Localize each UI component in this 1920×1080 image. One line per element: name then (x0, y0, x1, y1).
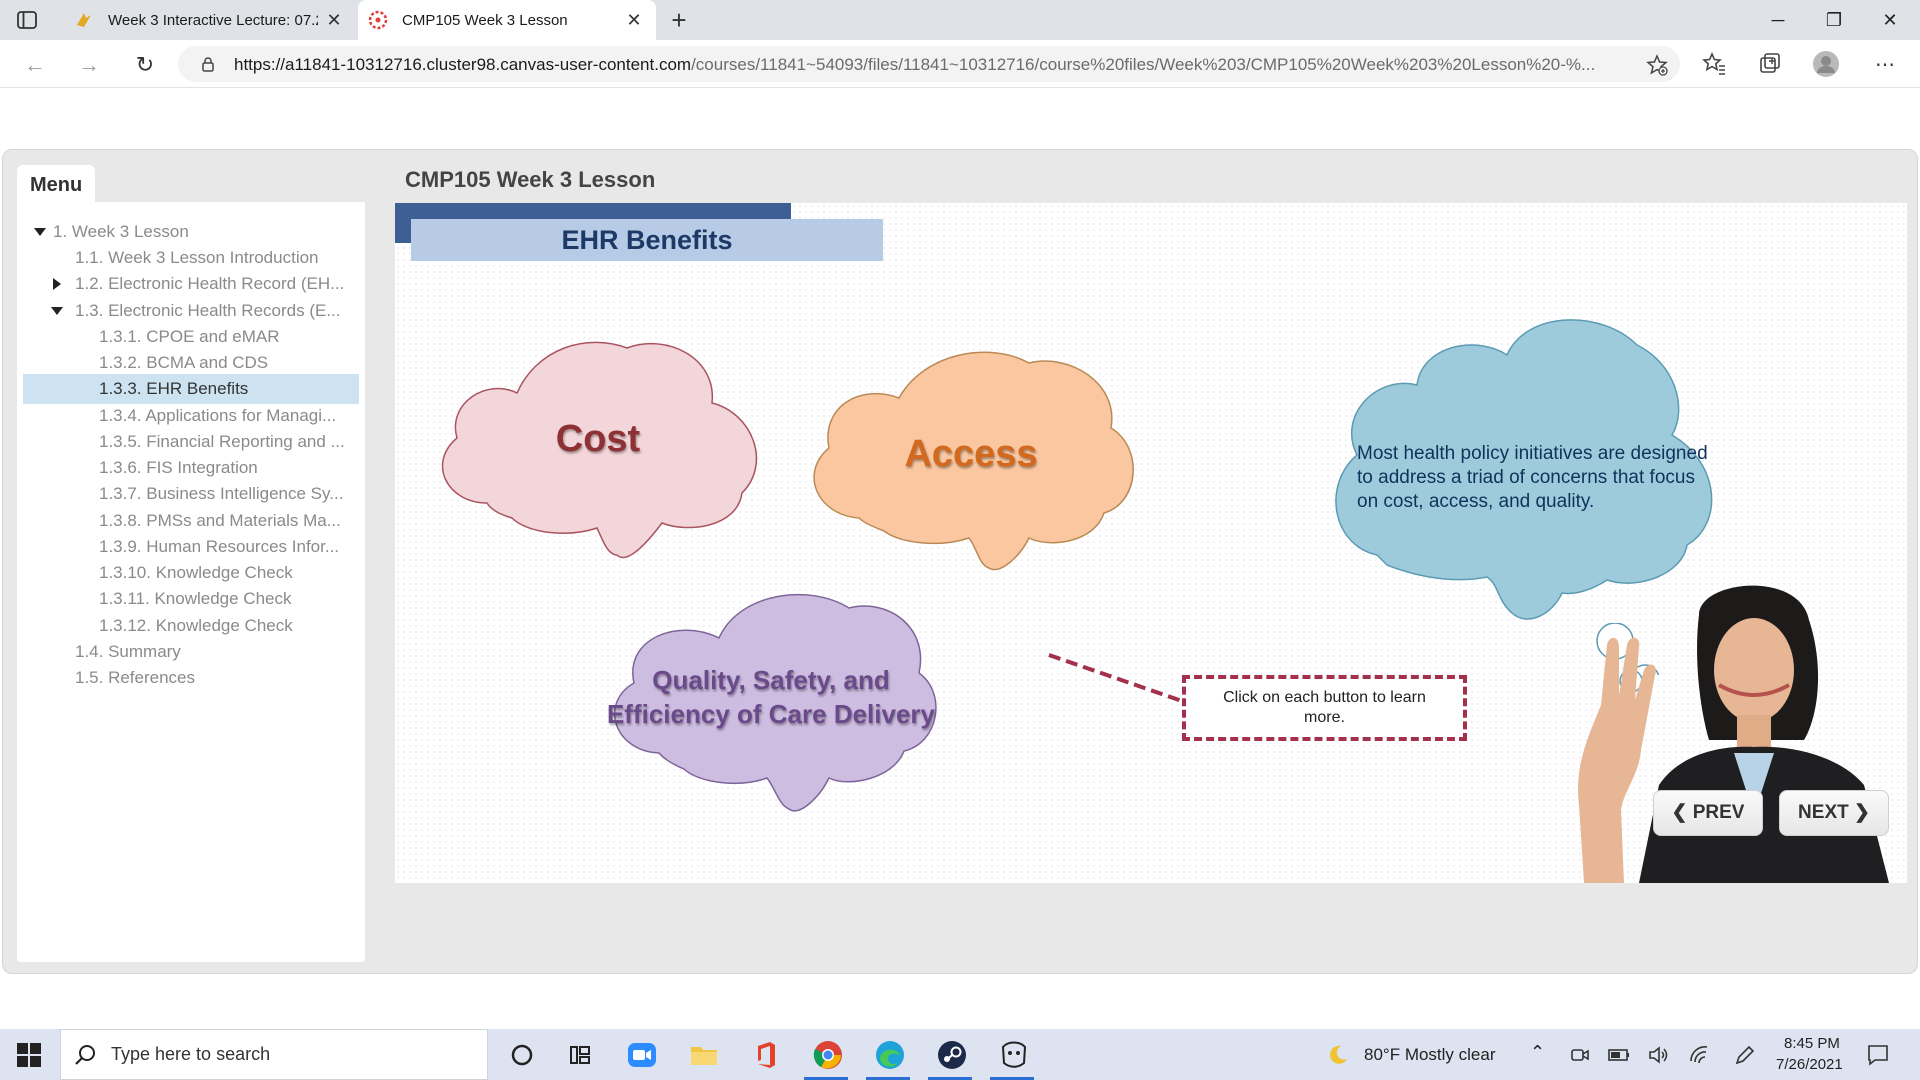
nav-item-references[interactable]: 1.5. References (23, 663, 359, 693)
lesson-title: CMP105 Week 3 Lesson (405, 167, 656, 192)
nav-item-ehr[interactable]: 1.2. Electronic Health Record (EH... (23, 269, 359, 299)
nav-item-knowledge-check-11[interactable]: 1.3.11. Knowledge Check (23, 584, 359, 614)
nav-item-business-intelligence[interactable]: 1.3.7. Business Intelligence Sy... (23, 479, 359, 509)
search-icon (75, 1045, 95, 1065)
tab-label: CMP105 Week 3 Lesson (402, 11, 568, 29)
access-cloud-button[interactable]: Access (799, 343, 1143, 575)
access-label: Access (904, 433, 1038, 475)
tab-actions-icon[interactable] (16, 9, 38, 31)
steam-icon[interactable] (936, 1039, 968, 1071)
favorites-icon[interactable] (1700, 50, 1728, 78)
canvas-favicon-icon (77, 13, 91, 27)
slide-canvas: EHR Benefits Cost Access Quality, Safety… (395, 203, 1907, 883)
cost-cloud-button[interactable]: Cost (427, 333, 769, 561)
address-bar: ← → ↻ https://a11841-10312716.cluster98.… (0, 40, 1920, 88)
app-mascot-icon[interactable] (998, 1039, 1030, 1071)
prev-button[interactable]: ❮ PREV (1653, 790, 1763, 836)
close-tab-icon[interactable]: ✕ (324, 10, 344, 30)
caret-down-icon[interactable] (51, 307, 63, 315)
next-button[interactable]: NEXT ❯ (1779, 790, 1889, 836)
file-explorer-icon[interactable] (688, 1039, 720, 1071)
quality-label-line1: Quality, Safety, and (652, 665, 890, 695)
refresh-button[interactable]: ↻ (130, 50, 160, 80)
url-text[interactable]: https://a11841-10312716.cluster98.canvas… (234, 55, 1614, 75)
pointer-line (1048, 653, 1183, 703)
info-text: Most health policy initiatives are desig… (1357, 443, 1708, 512)
browser-tab-bar: Week 3 Interactive Lecture: 07.2 ✕ CMP10… (0, 0, 1920, 40)
lock-icon[interactable] (200, 56, 216, 72)
profile-avatar-icon[interactable] (1812, 50, 1840, 78)
restore-button[interactable]: ❐ (1814, 6, 1854, 34)
lesson-player: Menu 1. Week 3 Lesson 1.1. Week 3 Lesson… (2, 149, 1918, 974)
new-tab-button[interactable]: + (666, 7, 692, 33)
quality-label-line2: Efficiency of Care Delivery (606, 699, 936, 729)
settings-more-button[interactable]: ⋯ (1870, 50, 1900, 80)
chevron-up-icon[interactable]: ⌃ (1530, 1042, 1545, 1063)
slide-header: EHR Benefits (411, 219, 883, 261)
tab-week3-lecture[interactable]: Week 3 Interactive Lecture: 07.2 ✕ (64, 0, 356, 40)
pen-icon[interactable] (1734, 1044, 1756, 1066)
cost-label: Cost (555, 418, 641, 460)
zoom-app-icon[interactable] (626, 1039, 658, 1071)
minimize-button[interactable]: ─ (1758, 6, 1798, 34)
windows-taskbar: Type here to search 80°F Mostly clear ⌃ … (0, 1029, 1920, 1080)
close-tab-icon[interactable]: ✕ (624, 10, 644, 30)
prev-label: PREV (1692, 802, 1745, 823)
windows-start-icon[interactable] (16, 1042, 42, 1068)
nav-item-ehr-benefits[interactable]: 1.3.3. EHR Benefits (23, 374, 359, 404)
caret-down-icon[interactable] (34, 228, 46, 236)
close-window-button[interactable]: ✕ (1870, 6, 1910, 34)
task-view-icon[interactable] (564, 1039, 596, 1071)
url-field[interactable]: https://a11841-10312716.cluster98.canvas… (178, 46, 1680, 82)
cortana-icon[interactable] (506, 1039, 538, 1071)
next-label: NEXT (1798, 802, 1849, 823)
weather-text[interactable]: 80°F Mostly clear (1364, 1045, 1496, 1065)
edge-icon[interactable] (874, 1039, 906, 1071)
instruction-callout: Click on each button to learn more. (1182, 675, 1467, 741)
taskbar-search-box[interactable]: Type here to search (60, 1029, 488, 1080)
page-content: Menu 1. Week 3 Lesson 1.1. Week 3 Lesson… (0, 89, 1920, 1029)
battery-icon[interactable] (1608, 1045, 1630, 1065)
back-button[interactable]: ← (20, 50, 50, 80)
presenter-illustration (1578, 585, 1889, 883)
chevron-right-icon: ❯ (1854, 802, 1870, 823)
quality-cloud-button[interactable]: Quality, Safety, and Efficiency of Care … (599, 583, 943, 817)
volume-icon[interactable] (1648, 1045, 1670, 1065)
clock-date[interactable]: 7/26/2021 (1776, 1056, 1843, 1073)
search-placeholder: Type here to search (111, 1044, 271, 1064)
add-favorite-icon[interactable] (1646, 54, 1668, 76)
lesson-menu-sidebar: 1. Week 3 Lesson 1.1. Week 3 Lesson Intr… (17, 202, 365, 962)
office-icon[interactable] (750, 1039, 782, 1071)
caret-right-icon[interactable] (53, 278, 61, 290)
tab-cmp105-lesson[interactable]: CMP105 Week 3 Lesson ✕ (358, 0, 656, 40)
notification-icon[interactable] (1866, 1043, 1890, 1067)
chevron-left-icon: ❮ (1671, 802, 1688, 823)
chrome-icon[interactable] (812, 1039, 844, 1071)
slide-title: EHR Benefits (561, 225, 733, 255)
clock-time[interactable]: 8:45 PM (1784, 1035, 1840, 1052)
forward-button[interactable]: → (74, 50, 104, 80)
meet-now-icon[interactable] (1570, 1045, 1590, 1065)
instruction-text: Click on each button to learn more. (1223, 689, 1426, 726)
weather-moon-icon[interactable] (1326, 1043, 1350, 1067)
menu-tab[interactable]: Menu (17, 165, 95, 203)
tab-label: Week 3 Interactive Lecture: 07.2 (108, 11, 318, 29)
collections-icon[interactable] (1756, 50, 1784, 78)
wifi-icon[interactable] (1688, 1045, 1710, 1065)
canvas-logo-icon (368, 10, 388, 30)
quality-label: Quality, Safety, and Efficiency of Care … (599, 663, 943, 731)
